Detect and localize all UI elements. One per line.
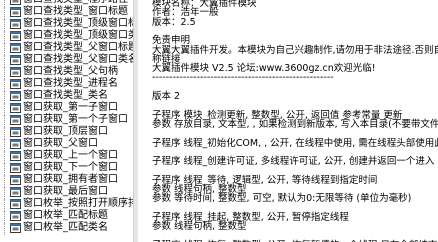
code-line: 版本：2.5	[152, 16, 196, 28]
code-line: 大翼大翼插件开发。本模块为自己兴趣制作,请勿用于非法途径.否则自负	[152, 44, 438, 56]
tree-item-label: 窗口枚举_按照打开顺序排	[23, 198, 133, 209]
tree-connector	[2, 7, 8, 19]
window-icon	[10, 55, 21, 65]
code-line: 参数 线程句柄, 整数型	[152, 221, 247, 233]
tree-item-label: 窗口枚举_匹配标题	[23, 210, 108, 221]
tree-item-label: 窗口获取_第一子窗口	[23, 102, 118, 113]
tree-connector	[2, 91, 8, 103]
tree-item-label: 窗口获取_顶层窗口	[23, 126, 108, 137]
code-line: 子程序 线程_初始化COM, , 公开, 在线程中使用, 需在线程头部使用此	[152, 137, 438, 149]
tree-connector	[2, 199, 8, 211]
tree-item-label: 窗口获取_下一个窗口	[23, 162, 118, 173]
tree-item-label: 窗口查找类型_类名	[23, 90, 108, 101]
module-tree[interactable]: 窗口查找类型_程序路径窗口查找类型_窗口标题窗口查找类型_顶级窗口标窗口查找类型…	[0, 0, 133, 242]
tree-connector	[2, 115, 8, 127]
tree-item[interactable]: 窗口枚举_匹配类名	[0, 222, 108, 235]
tree-item[interactable]: 窗口获取_下一个窗口	[0, 162, 118, 175]
tree-item[interactable]: 窗口查找类型_父句柄	[0, 66, 118, 79]
tree-item-label: 窗口获取_拥有者窗口	[23, 174, 118, 185]
window-icon	[10, 175, 21, 185]
tree-connector	[2, 67, 8, 79]
tree-item[interactable]: 窗口获取_第一个子窗口	[0, 114, 128, 127]
window-icon	[10, 19, 21, 29]
window-icon	[10, 115, 21, 125]
tree-item-label: 窗口枚举_匹配类名	[23, 222, 108, 233]
tree-item[interactable]: 窗口查找类型_父窗口标题	[0, 42, 133, 55]
window-icon	[10, 199, 21, 209]
tree-connector	[2, 163, 8, 175]
code-line: 参数 等待时间, 整数型, 可空, 默认为0:无限等待 (单位为毫秒)	[152, 193, 412, 205]
tree-item-label: 窗口查找类型_顶级窗口类	[23, 30, 133, 41]
tree-item[interactable]: 窗口获取_父窗口	[0, 138, 98, 151]
window-icon	[10, 0, 21, 5]
code-line: 版本 2	[152, 91, 181, 102]
tree-item-label: 窗口查找类型_父句柄	[23, 66, 118, 77]
tree-connector	[2, 127, 8, 139]
window-icon	[10, 7, 21, 17]
tree-item[interactable]: 窗口获取_第一子窗口	[0, 102, 118, 115]
window-icon	[10, 151, 21, 161]
window-icon	[10, 211, 21, 221]
tree-item-label: 窗口查找类型_父窗口标题	[23, 42, 133, 53]
tree-item[interactable]: 窗口查找类型_顶级窗口标	[0, 18, 133, 31]
tree-connector	[2, 151, 8, 163]
tree-connector	[2, 79, 8, 91]
tree-item-label: 窗口获取_最后窗口	[23, 186, 108, 197]
code-line: 子程序 线程_创建许可证, 多线程许可证, 公开, 创建并返回一个进入	[152, 156, 435, 168]
tree-item[interactable]: 窗口枚举_匹配标题	[0, 210, 108, 223]
tree-connector	[2, 175, 8, 187]
tree-item-label: 窗口查找类型_父窗口类名	[23, 54, 133, 65]
window-icon	[10, 223, 21, 233]
window-icon	[10, 187, 21, 197]
tree-connector	[2, 223, 8, 235]
tree-item[interactable]: 窗口查找类型_窗口标题	[0, 6, 128, 19]
tree-item-label: 窗口查找类型_窗口标题	[23, 6, 128, 17]
window-icon	[10, 43, 21, 53]
window-icon	[10, 91, 21, 101]
tree-item-label: 窗口获取_上一个窗口	[23, 150, 118, 161]
tree-connector	[2, 55, 8, 67]
tree-connector	[2, 187, 8, 199]
window-icon	[10, 163, 21, 173]
tree-connector	[2, 211, 8, 223]
window-icon	[10, 139, 21, 149]
tree-connector	[2, 103, 8, 115]
tree-connector	[2, 19, 8, 31]
tree-item-label: 窗口查找类型_进程名	[23, 78, 118, 89]
tree-item-label: 窗口获取_父窗口	[23, 138, 98, 149]
code-line: 参数 存放目录, 文本型, , 如果检测到新版本, 写入本目录(不要带文件	[152, 118, 438, 130]
tree-item[interactable]: 窗口查找类型_进程名	[0, 78, 118, 91]
tree-item[interactable]: 窗口获取_上一个窗口	[0, 150, 118, 163]
code-line: ----------------------------------------…	[152, 72, 334, 84]
window-icon	[10, 67, 21, 77]
tree-connector	[2, 31, 8, 43]
tree-connector	[2, 43, 8, 55]
tree-item-label: 窗口查找类型_顶级窗口标	[23, 18, 133, 29]
tree-connector	[2, 0, 8, 7]
tree-item[interactable]: 窗口查找类型_父窗口类名	[0, 54, 133, 67]
tree-item[interactable]: 窗口获取_顶层窗口	[0, 126, 108, 139]
tree-item-label: 窗口获取_第一个子窗口	[23, 114, 128, 125]
window-icon	[10, 31, 21, 41]
tree-item[interactable]: 窗口查找类型_顶级窗口类	[0, 30, 133, 43]
window-icon	[10, 103, 21, 113]
tree-item[interactable]: 窗口获取_拥有者窗口	[0, 174, 118, 187]
tree-item[interactable]: 窗口获取_最后窗口	[0, 186, 108, 199]
code-editor[interactable]: 模块名称：大翼插件模块 作者：浩年一般 版本：2.5 免责申明 大翼大翼插件开发。本模块…	[138, 0, 438, 242]
tree-item[interactable]: 窗口枚举_按照打开顺序排	[0, 198, 133, 211]
window-icon	[10, 127, 21, 137]
tree-item[interactable]: 窗口查找类型_类名	[0, 90, 108, 103]
window-icon	[10, 79, 21, 89]
tree-connector	[2, 139, 8, 151]
